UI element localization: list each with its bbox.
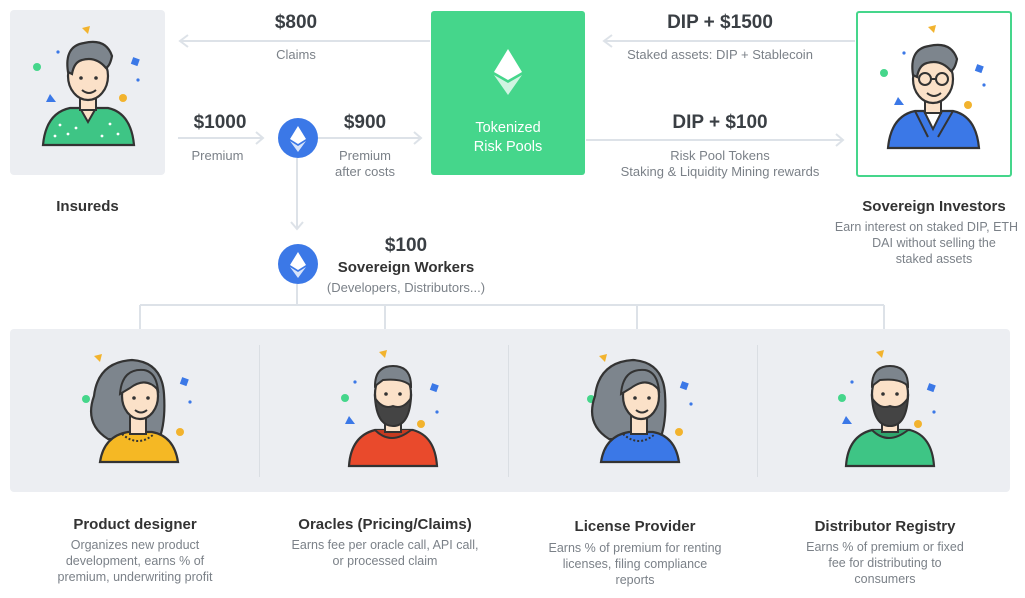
role-desc-line2: fee for distributing to: [828, 556, 942, 570]
risk-pools-line2: Risk Pools: [473, 139, 543, 155]
investors-desc-line3: staked assets: [895, 252, 973, 266]
risk-pools-line1: Tokenized: [475, 120, 541, 136]
staked-assets-amount: DIP + $1500: [667, 12, 773, 33]
role-desc-line3: reports: [615, 573, 655, 587]
ethereum-icon: [494, 49, 522, 95]
after-costs-line2: after costs: [335, 164, 395, 179]
role-title-oracles: Oracles (Pricing/Claims): [298, 516, 472, 533]
workers-title: Sovereign Workers: [337, 259, 475, 276]
investors-title: Sovereign Investors: [862, 198, 1006, 215]
insureds-card: [10, 10, 165, 175]
rewards-amount: DIP + $100: [672, 112, 768, 133]
role-title-license-provider: License Provider: [574, 518, 696, 535]
role-desc-line3: consumers: [854, 572, 916, 586]
workers-subtitle: (Developers, Distributors...): [326, 280, 486, 295]
license-provider-avatar: [587, 354, 693, 464]
premium-amount: $1000: [193, 112, 247, 133]
investors-desc-line1: Earn interest on staked DIP, ETH: [834, 220, 1019, 234]
claims-label: Claims: [276, 47, 316, 62]
investors-card: [856, 11, 1012, 177]
risk-pools-box: Tokenized Risk Pools: [431, 11, 585, 175]
role-desc-line1: Organizes new product: [70, 538, 200, 552]
role-desc-line2: development, earns % of: [65, 554, 205, 568]
rewards-line2: Staking & Liquidity Mining rewards: [620, 164, 820, 179]
role-desc-line2: or processed claim: [332, 554, 438, 568]
after-costs-line1: Premium: [338, 148, 391, 163]
role-desc-line1: Earns % of premium or fixed: [806, 540, 964, 554]
role-desc-line1: Earns % of premium for renting: [548, 541, 722, 555]
role-desc-line3: premium, underwriting profit: [57, 570, 213, 584]
product-designer-avatar: [82, 354, 192, 464]
roles-panel: [10, 329, 1010, 492]
distributor-registry-avatar: [838, 350, 936, 468]
oracles-avatar: [341, 350, 439, 468]
insured-avatar-illustration: [33, 26, 140, 147]
role-desc-line2: licenses, filing compliance: [562, 557, 708, 571]
investor-avatar-illustration: [880, 25, 986, 150]
premium-label: Premium: [191, 148, 244, 163]
after-costs-amount: $900: [343, 112, 387, 133]
claims-amount: $800: [274, 12, 318, 33]
ethereum-icon: [278, 244, 318, 284]
divider: [259, 345, 260, 477]
insureds-label: Insureds: [56, 198, 119, 215]
rewards-line1: Risk Pool Tokens: [670, 148, 770, 163]
role-desc-line1: Earns fee per oracle call, API call,: [291, 538, 479, 552]
divider: [757, 345, 758, 477]
role-title-product-designer: Product designer: [73, 516, 197, 533]
role-title-distributor-registry: Distributor Registry: [814, 518, 956, 535]
staked-assets-label: Staked assets: DIP + Stablecoin: [627, 47, 813, 62]
investors-desc-line2: DAI without selling the: [872, 236, 996, 250]
workers-amount: $100: [384, 235, 428, 256]
divider: [508, 345, 509, 477]
